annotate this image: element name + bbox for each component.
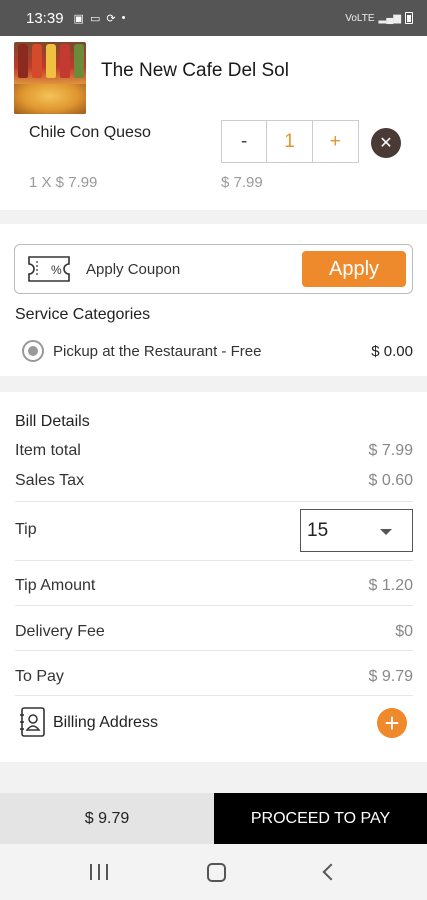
sales-tax-label: Sales Tax (15, 472, 85, 489)
sales-tax-value: $ 0.60 (368, 472, 413, 489)
item-name: Chile Con Queso (29, 124, 151, 141)
service-option-pickup[interactable]: Pickup at the Restaurant - Free $ 0.00 (22, 340, 413, 362)
apply-coupon-label[interactable]: Apply Coupon (86, 261, 180, 278)
status-time: 13:39 (26, 9, 64, 27)
svg-text:%: % (51, 263, 62, 277)
coupon-service-card: % Apply Coupon Apply Service Categories … (0, 224, 427, 376)
coupon-box: % Apply Coupon Apply (14, 244, 413, 294)
delivery-fee-value: $0 (395, 623, 413, 640)
item-total-row: Item total $ 7.99 (15, 442, 413, 460)
tip-value: 15 (307, 519, 329, 541)
battery-icon (405, 12, 413, 24)
divider (15, 501, 413, 502)
notification-icons: ▣ ▭ ⟳ • (74, 12, 126, 25)
pickup-label: Pickup at the Restaurant - Free (53, 342, 262, 360)
close-icon: ✕ (379, 135, 393, 152)
sync-icon: ⟳ (106, 12, 116, 25)
decrease-quantity-button[interactable]: - (222, 121, 268, 162)
delivery-fee-label: Delivery Fee (15, 623, 105, 640)
to-pay-row: To Pay $ 9.79 (15, 668, 413, 686)
quantity-value: 1 (267, 121, 313, 162)
tip-label: Tip (15, 521, 37, 538)
billing-address-label: Billing Address (53, 714, 158, 731)
chevron-down-icon (380, 529, 392, 535)
plus-icon: + (384, 708, 400, 738)
home-icon[interactable] (206, 862, 226, 882)
item-line-total: $ 7.99 (221, 174, 263, 191)
apply-coupon-button[interactable]: Apply (302, 251, 406, 287)
to-pay-value: $ 9.79 (368, 668, 413, 685)
increase-quantity-button[interactable]: + (313, 121, 358, 162)
divider (15, 605, 413, 606)
bill-details-card: Bill Details Item total $ 7.99 Sales Tax… (0, 392, 427, 762)
remove-item-button[interactable]: ✕ (371, 128, 401, 158)
dot-icon: • (121, 12, 126, 24)
delivery-fee-row: Delivery Fee $0 (15, 623, 413, 641)
signal-icon: ▂▄▆ (378, 12, 401, 24)
address-book-icon (20, 707, 45, 737)
system-icons: VoLTE ▂▄▆ (345, 12, 413, 24)
to-pay-label: To Pay (15, 668, 64, 685)
status-bar: 13:39 ▣ ▭ ⟳ • VoLTE ▂▄▆ (0, 0, 427, 36)
pickup-price: $ 0.00 (371, 342, 413, 360)
divider (15, 695, 413, 696)
cart-card: The New Cafe Del Sol Chile Con Queso - 1… (0, 36, 427, 210)
volte-signal-icon: VoLTE (345, 12, 375, 24)
pickup-radio[interactable] (22, 340, 44, 362)
item-unit-price: 1 X $ 7.99 (29, 174, 98, 191)
quantity-stepper: - 1 + (221, 120, 359, 163)
tip-amount-row: Tip Amount $ 1.20 (15, 577, 413, 595)
divider (15, 650, 413, 651)
tip-amount-value: $ 1.20 (368, 577, 413, 594)
service-categories-title: Service Categories (15, 306, 151, 323)
sales-tax-row: Sales Tax $ 0.60 (15, 472, 413, 490)
gallery-icon: ▣ (73, 12, 84, 25)
coupon-icon: % (28, 256, 70, 282)
add-billing-address-button[interactable]: + (377, 708, 407, 738)
tip-dropdown[interactable]: 15 (300, 509, 413, 552)
proceed-to-pay-button[interactable]: PROCEED TO PAY (214, 793, 427, 844)
recents-icon[interactable] (89, 864, 108, 880)
back-icon[interactable] (322, 863, 340, 881)
checkout-total: $ 9.79 (0, 793, 214, 844)
restaurant-name: The New Cafe Del Sol (101, 60, 289, 81)
bill-details-title: Bill Details (15, 413, 90, 430)
checkout-bar: $ 9.79 PROCEED TO PAY (0, 793, 427, 844)
tip-amount-label: Tip Amount (15, 577, 96, 594)
divider (15, 560, 413, 561)
item-total-value: $ 7.99 (368, 442, 413, 459)
system-nav-bar (0, 844, 427, 900)
monitor-icon: ▭ (89, 12, 101, 25)
item-total-label: Item total (15, 442, 81, 459)
restaurant-image (14, 42, 86, 114)
